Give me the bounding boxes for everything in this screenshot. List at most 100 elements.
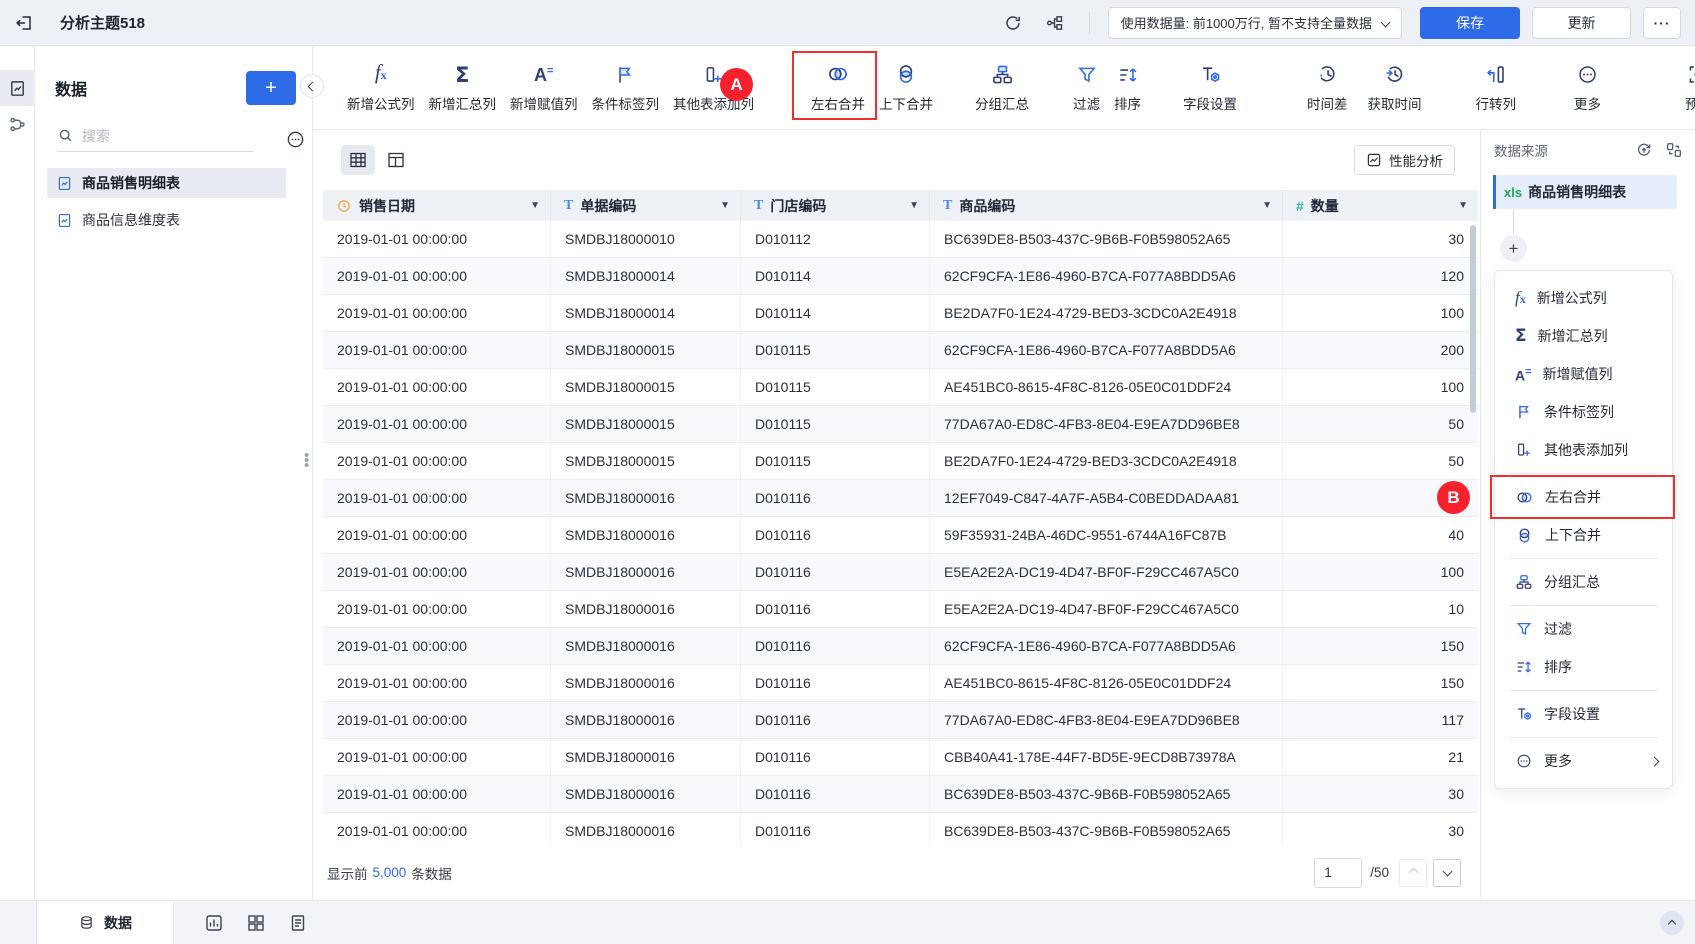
update-source-icon[interactable]	[1635, 141, 1653, 159]
column-header-store-code[interactable]: T 门店编码 ▼	[741, 190, 930, 221]
document-icon[interactable]	[288, 913, 308, 933]
column-header-order-code[interactable]: T 单据编码 ▼	[551, 190, 741, 221]
performance-analysis-button[interactable]: 性能分析	[1354, 145, 1455, 175]
table-cell: SMDBJ18000016	[551, 702, 741, 738]
text-type-icon: T	[564, 197, 574, 213]
chevron-down-icon	[1380, 17, 1391, 28]
column-menu-caret[interactable]: ▼	[1458, 200, 1468, 211]
page-number-input[interactable]	[1314, 857, 1363, 888]
search-more-icon[interactable]	[285, 129, 306, 150]
swap-source-icon[interactable]	[1665, 141, 1683, 159]
menu-field-settings[interactable]: 字段设置	[1495, 695, 1672, 733]
tab-data[interactable]: 数据	[36, 901, 174, 944]
table-cell: SMDBJ18000016	[551, 813, 741, 845]
refresh-icon[interactable]	[1003, 13, 1023, 33]
dashboard-grid-icon[interactable]	[246, 913, 266, 933]
table-row: 2019-01-01 00:00:00 SMDBJ18000016 D010116 1…	[323, 480, 1478, 517]
menu-add-aggregate-column[interactable]: Σ 新增汇总列	[1495, 317, 1672, 355]
more-actions-button[interactable]: ···	[1643, 6, 1681, 39]
column-header-quantity[interactable]: # 数量 ▼	[1283, 190, 1478, 221]
table-cell: D010116	[741, 517, 930, 553]
view-layout-button[interactable]	[379, 145, 413, 175]
row-limit-count: 5,000	[372, 865, 407, 880]
page-next-button[interactable]	[1433, 858, 1461, 887]
toolbar-time-diff[interactable]: 时间差	[1300, 62, 1355, 113]
menu-more[interactable]: 更多	[1495, 742, 1672, 780]
toolbar-preview[interactable]: 预览	[1678, 62, 1695, 113]
menu-add-assign-column[interactable]: A= 新增赋值列	[1495, 355, 1672, 393]
column-menu-caret[interactable]: ▼	[720, 200, 730, 211]
toolbar-add-assign-column[interactable]: A= 新增赋值列	[503, 62, 585, 113]
table-cell: D010116	[741, 591, 930, 627]
column-menu-caret[interactable]: ▼	[909, 200, 919, 211]
toolbar-group-aggregate[interactable]: 分组汇总	[968, 62, 1036, 113]
add-step-button[interactable]: +	[1500, 235, 1527, 262]
menu-merge-left-right[interactable]: B 左右合并	[1437, 475, 1675, 519]
toolbar-row-to-column[interactable]: 行转列	[1469, 62, 1524, 113]
save-button[interactable]: 保存	[1420, 6, 1520, 39]
table-cell: 150	[1440, 638, 1464, 654]
relation-flow-icon[interactable]	[1045, 13, 1065, 33]
rail-etl-flow-button[interactable]	[0, 106, 35, 142]
column-menu-caret[interactable]: ▼	[530, 200, 540, 211]
source-node-sales-detail[interactable]: xls 商品销售明细表	[1493, 175, 1677, 209]
table-cell: SMDBJ18000015	[551, 443, 741, 479]
menu-condition-tag-column[interactable]: 条件标签列	[1495, 393, 1672, 431]
table-cell: 62CF9CFA-1E86-4960-B7CA-F077A8BDD5A6	[930, 258, 1283, 294]
dataset-item-sales-detail[interactable]: 商品销售明细表	[47, 168, 286, 198]
table-cell: D010116	[741, 776, 930, 812]
table-cell: 2019-01-01 00:00:00	[323, 702, 551, 738]
menu-add-formula-column[interactable]: fx 新增公式列	[1495, 279, 1672, 317]
toolbar-field-settings[interactable]: 字段设置	[1176, 62, 1244, 113]
toolbar-condition-tag-column[interactable]: 条件标签列	[585, 62, 667, 113]
toolbar-collapse-button[interactable]	[300, 74, 324, 98]
toolbar-more[interactable]: 更多	[1567, 62, 1608, 113]
table-cell: SMDBJ18000016	[551, 739, 741, 775]
table-row: 2019-01-01 00:00:00 SMDBJ18000016 D010116 5…	[323, 517, 1478, 554]
update-button[interactable]: 更新	[1532, 6, 1631, 39]
table-cell: 100	[1440, 379, 1464, 395]
toolbar-add-formula-column[interactable]: fx 新增公式列	[340, 61, 422, 113]
page-total: /50	[1370, 865, 1389, 880]
table-cell: 2019-01-01 00:00:00	[323, 295, 551, 331]
dataset-item-product-dim[interactable]: 商品信息维度表	[47, 205, 286, 235]
menu-sort[interactable]: 排序	[1495, 648, 1672, 686]
menu-group-aggregate[interactable]: 分组汇总	[1495, 563, 1672, 601]
add-dataset-button[interactable]: +	[246, 71, 296, 105]
chevron-right-icon	[1649, 756, 1660, 766]
filter-icon	[1077, 67, 1096, 83]
bar-chart-icon[interactable]	[204, 913, 224, 933]
table-scrollbar-thumb[interactable]	[1470, 225, 1476, 413]
table-row: 2019-01-01 00:00:00 SMDBJ18000016 D010116 C…	[323, 739, 1478, 776]
toolbar-add-aggregate-column[interactable]: Σ 新增汇总列	[422, 62, 504, 113]
column-header-product-code[interactable]: T 商品编码 ▼	[930, 190, 1283, 221]
toolbar-add-column-from-table[interactable]: 其他表添加列	[666, 62, 761, 113]
menu-merge-top-bottom[interactable]: 上下合并	[1495, 516, 1672, 554]
data-usage-dropdown[interactable]: 使用数据量: 前1000万行, 暂不支持全量数据	[1107, 6, 1402, 39]
exit-icon[interactable]	[14, 13, 34, 33]
assign-icon: A=	[534, 65, 554, 85]
toolbar-sort[interactable]: 排序	[1107, 62, 1148, 113]
dataset-item-label: 商品信息维度表	[82, 212, 180, 228]
column-header-sale-date[interactable]: 销售日期 ▼	[323, 190, 551, 221]
topbar: 分析主题518 使用数据量: 前1000万行, 暂不支持全量数据 保存 更新 ·…	[0, 0, 1695, 46]
toolbar-get-time[interactable]: 获取时间	[1361, 62, 1429, 113]
column-menu-caret[interactable]: ▼	[1262, 200, 1272, 211]
etl-flow-icon	[10, 117, 25, 131]
toolbar-filter[interactable]: 过滤	[1066, 62, 1107, 113]
row-limit-suffix: 条数据	[411, 866, 452, 882]
performance-analysis-label: 性能分析	[1389, 154, 1443, 169]
search-input[interactable]	[82, 127, 232, 144]
toolbar-merge-left-right[interactable]: A 左右合并	[720, 51, 877, 120]
collapse-panel-button[interactable]	[1660, 910, 1684, 935]
menu-add-column-from-table[interactable]: 其他表添加列	[1495, 431, 1672, 469]
toolbar-merge-top-bottom[interactable]: 上下合并	[872, 62, 940, 113]
view-grid-button[interactable]	[341, 145, 375, 175]
page-prev-button[interactable]	[1399, 858, 1427, 887]
sidebar-resize-handle[interactable]: • • •	[304, 448, 309, 473]
merge-left-right-icon	[829, 67, 847, 81]
row-limit-prefix: 显示前	[327, 866, 368, 882]
preview-eye-icon	[1689, 66, 1695, 83]
rail-dataset-edit-button[interactable]	[0, 70, 35, 106]
menu-filter[interactable]: 过滤	[1495, 610, 1672, 648]
